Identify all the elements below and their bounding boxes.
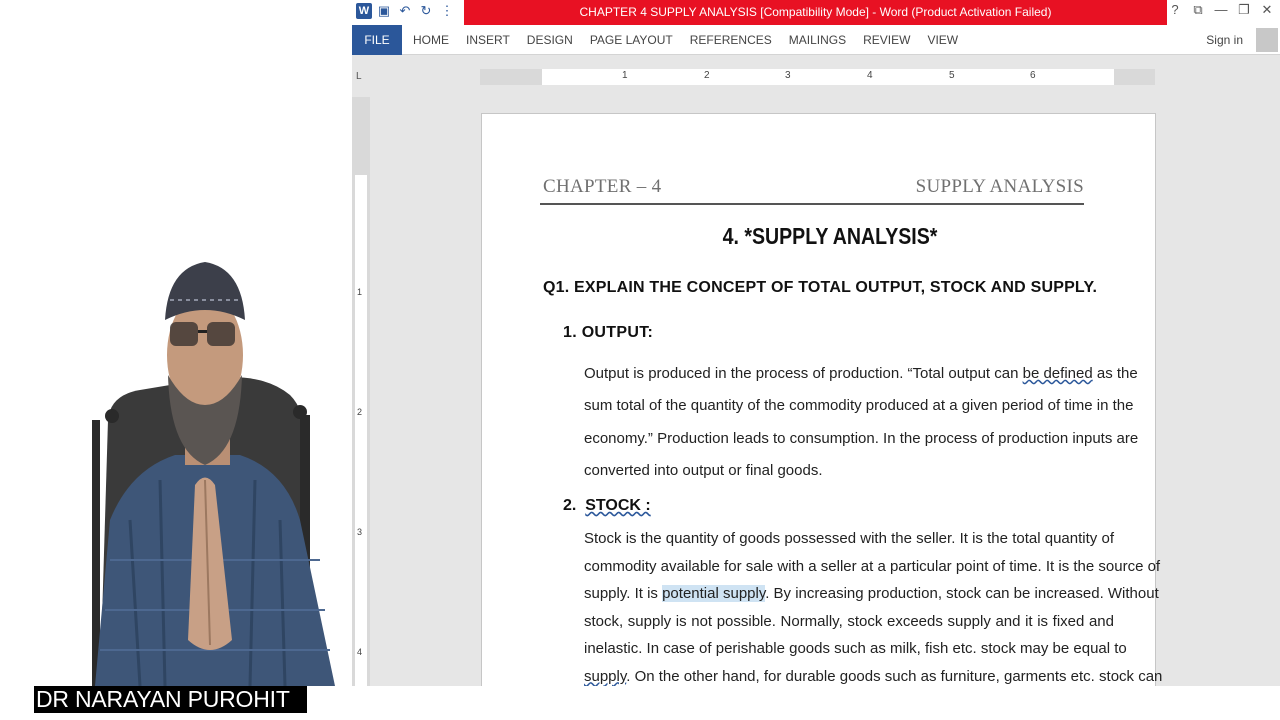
paragraph-line: economy.” Production leads to consumptio… bbox=[584, 429, 1139, 447]
ruler-right-margin bbox=[1114, 69, 1155, 85]
undo-icon[interactable]: ↶ bbox=[396, 2, 414, 20]
tab-mailings[interactable]: MAILINGS bbox=[789, 25, 846, 55]
ruler-mark: 3 bbox=[357, 527, 363, 537]
ruler-left-margin bbox=[480, 69, 542, 85]
ruler-area: L 1 2 3 4 5 6 bbox=[352, 55, 1280, 97]
section-output-heading: 1. OUTPUT: bbox=[563, 324, 654, 341]
vertical-ruler[interactable]: 1 2 3 4 bbox=[352, 97, 370, 686]
ribbon-display-options-icon[interactable]: ⧉ bbox=[1191, 2, 1205, 18]
save-icon[interactable]: ▣ bbox=[375, 2, 393, 20]
paragraph-line: commodity available for sale with a sell… bbox=[584, 557, 1161, 575]
minimize-icon[interactable]: — bbox=[1214, 2, 1228, 18]
ruler-mark: 1 bbox=[622, 70, 628, 81]
ruler-mark: 4 bbox=[867, 70, 873, 81]
presenter-name-caption: DR NARAYAN PUROHIT bbox=[34, 686, 307, 713]
ruler-mark: 4 bbox=[357, 647, 363, 657]
section-stock-heading: 2. STOCK : bbox=[563, 497, 651, 515]
tab-selector[interactable]: L bbox=[356, 71, 362, 82]
header-chapter: CHAPTER – 4 bbox=[543, 176, 662, 197]
tab-page-layout[interactable]: PAGE LAYOUT bbox=[590, 25, 673, 55]
tab-review[interactable]: REVIEW bbox=[863, 25, 910, 55]
presenter-video-image bbox=[0, 0, 352, 720]
section-title: STOCK : bbox=[585, 497, 651, 514]
window-title: CHAPTER 4 SUPPLY ANALYSIS [Compatibility… bbox=[464, 0, 1167, 25]
word-app-icon[interactable]: W bbox=[356, 3, 372, 19]
ribbon-tab-list: HOME INSERT DESIGN PAGE LAYOUT REFERENCE… bbox=[413, 25, 975, 55]
vertical-ruler-text-area bbox=[355, 175, 367, 686]
paragraph-line: supply. On the other hand, for durable g… bbox=[584, 667, 1163, 685]
presenter-webcam: DR NARAYAN PUROHIT bbox=[0, 0, 352, 720]
ruler-mark: 3 bbox=[785, 70, 791, 81]
word-window: W ▣ ↶ ↻ ⋮ CHAPTER 4 SUPPLY ANALYSIS [Com… bbox=[352, 0, 1280, 686]
tab-insert[interactable]: INSERT bbox=[466, 25, 510, 55]
paragraph-line: sum total of the quantity of the commodi… bbox=[584, 397, 1134, 415]
close-icon[interactable]: ✕ bbox=[1260, 2, 1274, 18]
ruler-mark: 5 bbox=[949, 70, 955, 81]
paragraph-line: converted into output or final goods. bbox=[584, 461, 823, 479]
paragraph-line: Stock is the quantity of goods possessed… bbox=[584, 530, 1114, 547]
paragraph-line: supply. It is potential supply. By incre… bbox=[584, 585, 1159, 602]
header-subject: SUPPLY ANALYSIS bbox=[915, 176, 1084, 197]
tab-references[interactable]: REFERENCES bbox=[690, 25, 772, 55]
ruler-mark: 1 bbox=[357, 287, 363, 297]
question-heading: Q1. EXPLAIN THE CONCEPT OF TOTAL OUTPUT,… bbox=[543, 279, 1098, 296]
selected-text[interactable]: potential supply bbox=[662, 585, 766, 602]
redo-icon[interactable]: ↻ bbox=[417, 2, 435, 20]
section-number: 2. bbox=[563, 497, 577, 514]
section-output-paragraph: Output is produced in the process of pro… bbox=[584, 358, 1139, 487]
sign-in-link[interactable]: Sign in bbox=[1206, 25, 1243, 55]
document-page[interactable]: CHAPTER – 4 SUPPLY ANALYSIS 4. *SUPPLY A… bbox=[481, 113, 1163, 686]
help-icon[interactable]: ? bbox=[1168, 2, 1182, 18]
title-bar: W ▣ ↶ ↻ ⋮ CHAPTER 4 SUPPLY ANALYSIS [Com… bbox=[352, 0, 1280, 25]
video-frame: DR NARAYAN PUROHIT W ▣ ↶ ↻ ⋮ CHAPTER 4 S… bbox=[0, 0, 1280, 720]
tab-view[interactable]: VIEW bbox=[927, 25, 958, 55]
window-controls: ? ⧉ — ❐ ✕ bbox=[1168, 2, 1274, 18]
tab-home[interactable]: HOME bbox=[413, 25, 449, 55]
tab-file[interactable]: FILE bbox=[352, 25, 402, 55]
restore-icon[interactable]: ❐ bbox=[1237, 2, 1251, 18]
paragraph-line: Output is produced in the process of pro… bbox=[584, 365, 1138, 382]
customize-qat-icon[interactable]: ⋮ bbox=[438, 2, 456, 20]
paragraph-line: stock, supply is not possible. Normally,… bbox=[584, 612, 1114, 630]
section-stock-paragraph: Stock is the quantity of goods possessed… bbox=[584, 525, 1163, 686]
user-avatar-icon[interactable] bbox=[1256, 28, 1278, 52]
document-title: 4. *SUPPLY ANALYSIS* bbox=[722, 223, 938, 249]
page-header: CHAPTER – 4 SUPPLY ANALYSIS bbox=[540, 176, 1084, 205]
quick-access-toolbar: W ▣ ↶ ↻ ⋮ bbox=[356, 2, 456, 20]
ruler-mark: 6 bbox=[1030, 70, 1036, 81]
tab-design[interactable]: DESIGN bbox=[527, 25, 573, 55]
horizontal-ruler[interactable]: 1 2 3 4 5 6 bbox=[480, 69, 1155, 85]
ruler-mark: 2 bbox=[357, 407, 363, 417]
ruler-mark: 2 bbox=[704, 70, 710, 81]
paragraph-line: inelastic. In case of perishable goods s… bbox=[584, 640, 1127, 657]
ribbon-tabs: FILE HOME INSERT DESIGN PAGE LAYOUT REFE… bbox=[352, 25, 1280, 55]
